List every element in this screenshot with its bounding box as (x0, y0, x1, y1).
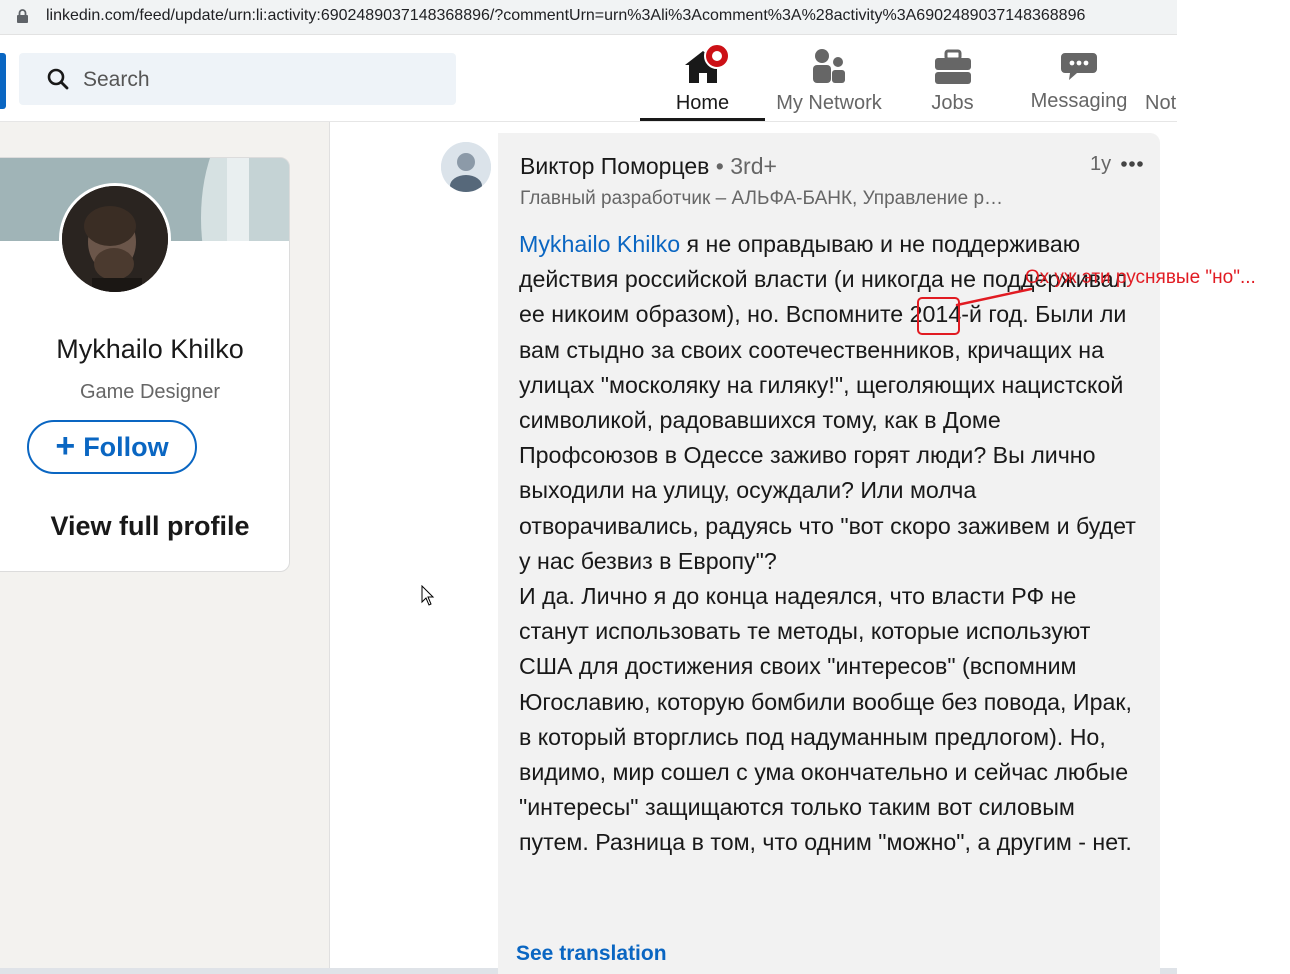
follow-label: Follow (83, 431, 169, 462)
active-indicator (640, 118, 765, 121)
nav-messaging[interactable]: Messaging (1025, 35, 1133, 121)
profile-headline: Game Designer (79, 381, 221, 403)
author-headline: Главный разработчик – АЛЬФА-БАНК, Управл… (520, 188, 1004, 209)
nav-notifications[interactable]: Not (1140, 35, 1177, 121)
search-input[interactable] (81, 65, 445, 95)
comment-text: Mykhailo Khilko я не оправдываю и не под… (519, 227, 1139, 861)
view-full-profile-link[interactable]: View full profile (0, 511, 289, 542)
annotation-arrow-line (955, 287, 1033, 307)
comment-timestamp: 1y (1090, 153, 1112, 175)
briefcase-icon (934, 49, 971, 84)
profile-name[interactable]: Mykhailo Khilko (0, 334, 289, 365)
page-edge (1177, 0, 1290, 974)
notification-badge (704, 43, 730, 69)
profile-card: Mykhailo Khilko Game Designer + Follow V… (0, 157, 290, 572)
nav-notifications-label: Not (1145, 92, 1177, 114)
nav-network-label: My Network (776, 92, 882, 114)
nav-jobs-label: Jobs (931, 92, 974, 114)
more-options-icon[interactable] (1120, 160, 1144, 168)
commenter-avatar[interactable] (441, 142, 491, 192)
see-translation-link[interactable]: See translation (516, 942, 667, 966)
profile-avatar[interactable] (59, 183, 171, 295)
comment-author[interactable]: Виктор Поморцев • 3rd+ (520, 153, 777, 180)
follow-button[interactable]: + Follow (27, 420, 197, 474)
annotation-highlight-box (917, 297, 960, 335)
logo-edge[interactable] (0, 53, 6, 109)
nav-home[interactable]: Home (640, 35, 765, 121)
nav-my-network[interactable]: My Network (770, 35, 888, 121)
url-text[interactable]: linkedin.com/feed/update/urn:li:activity… (46, 7, 1085, 25)
search-box[interactable] (19, 53, 456, 105)
author-name[interactable]: Виктор Поморцев (520, 153, 709, 179)
column-divider (329, 122, 330, 974)
comment-paragraph-2: И да. Лично я до конца надеялся, что вла… (519, 583, 1132, 856)
address-bar[interactable]: linkedin.com/feed/update/urn:li:activity… (0, 0, 1177, 35)
plus-icon: + (55, 426, 76, 465)
nav-home-label: Home (675, 92, 730, 114)
network-icon (813, 49, 845, 83)
search-icon (47, 68, 69, 90)
messaging-icon (1061, 53, 1097, 80)
mention-link[interactable]: Mykhailo Khilko (519, 231, 680, 257)
mouse-cursor-icon (421, 585, 435, 606)
nav-messaging-label: Messaging (1030, 90, 1128, 112)
top-nav: Home My Network Jobs Messaging Not (0, 35, 1177, 122)
annotation-text: Ох уж эти руснявые "но"... (1025, 267, 1256, 288)
connection-degree: • 3rd+ (715, 153, 777, 179)
lock-icon (17, 9, 28, 23)
nav-jobs[interactable]: Jobs (905, 35, 1000, 121)
